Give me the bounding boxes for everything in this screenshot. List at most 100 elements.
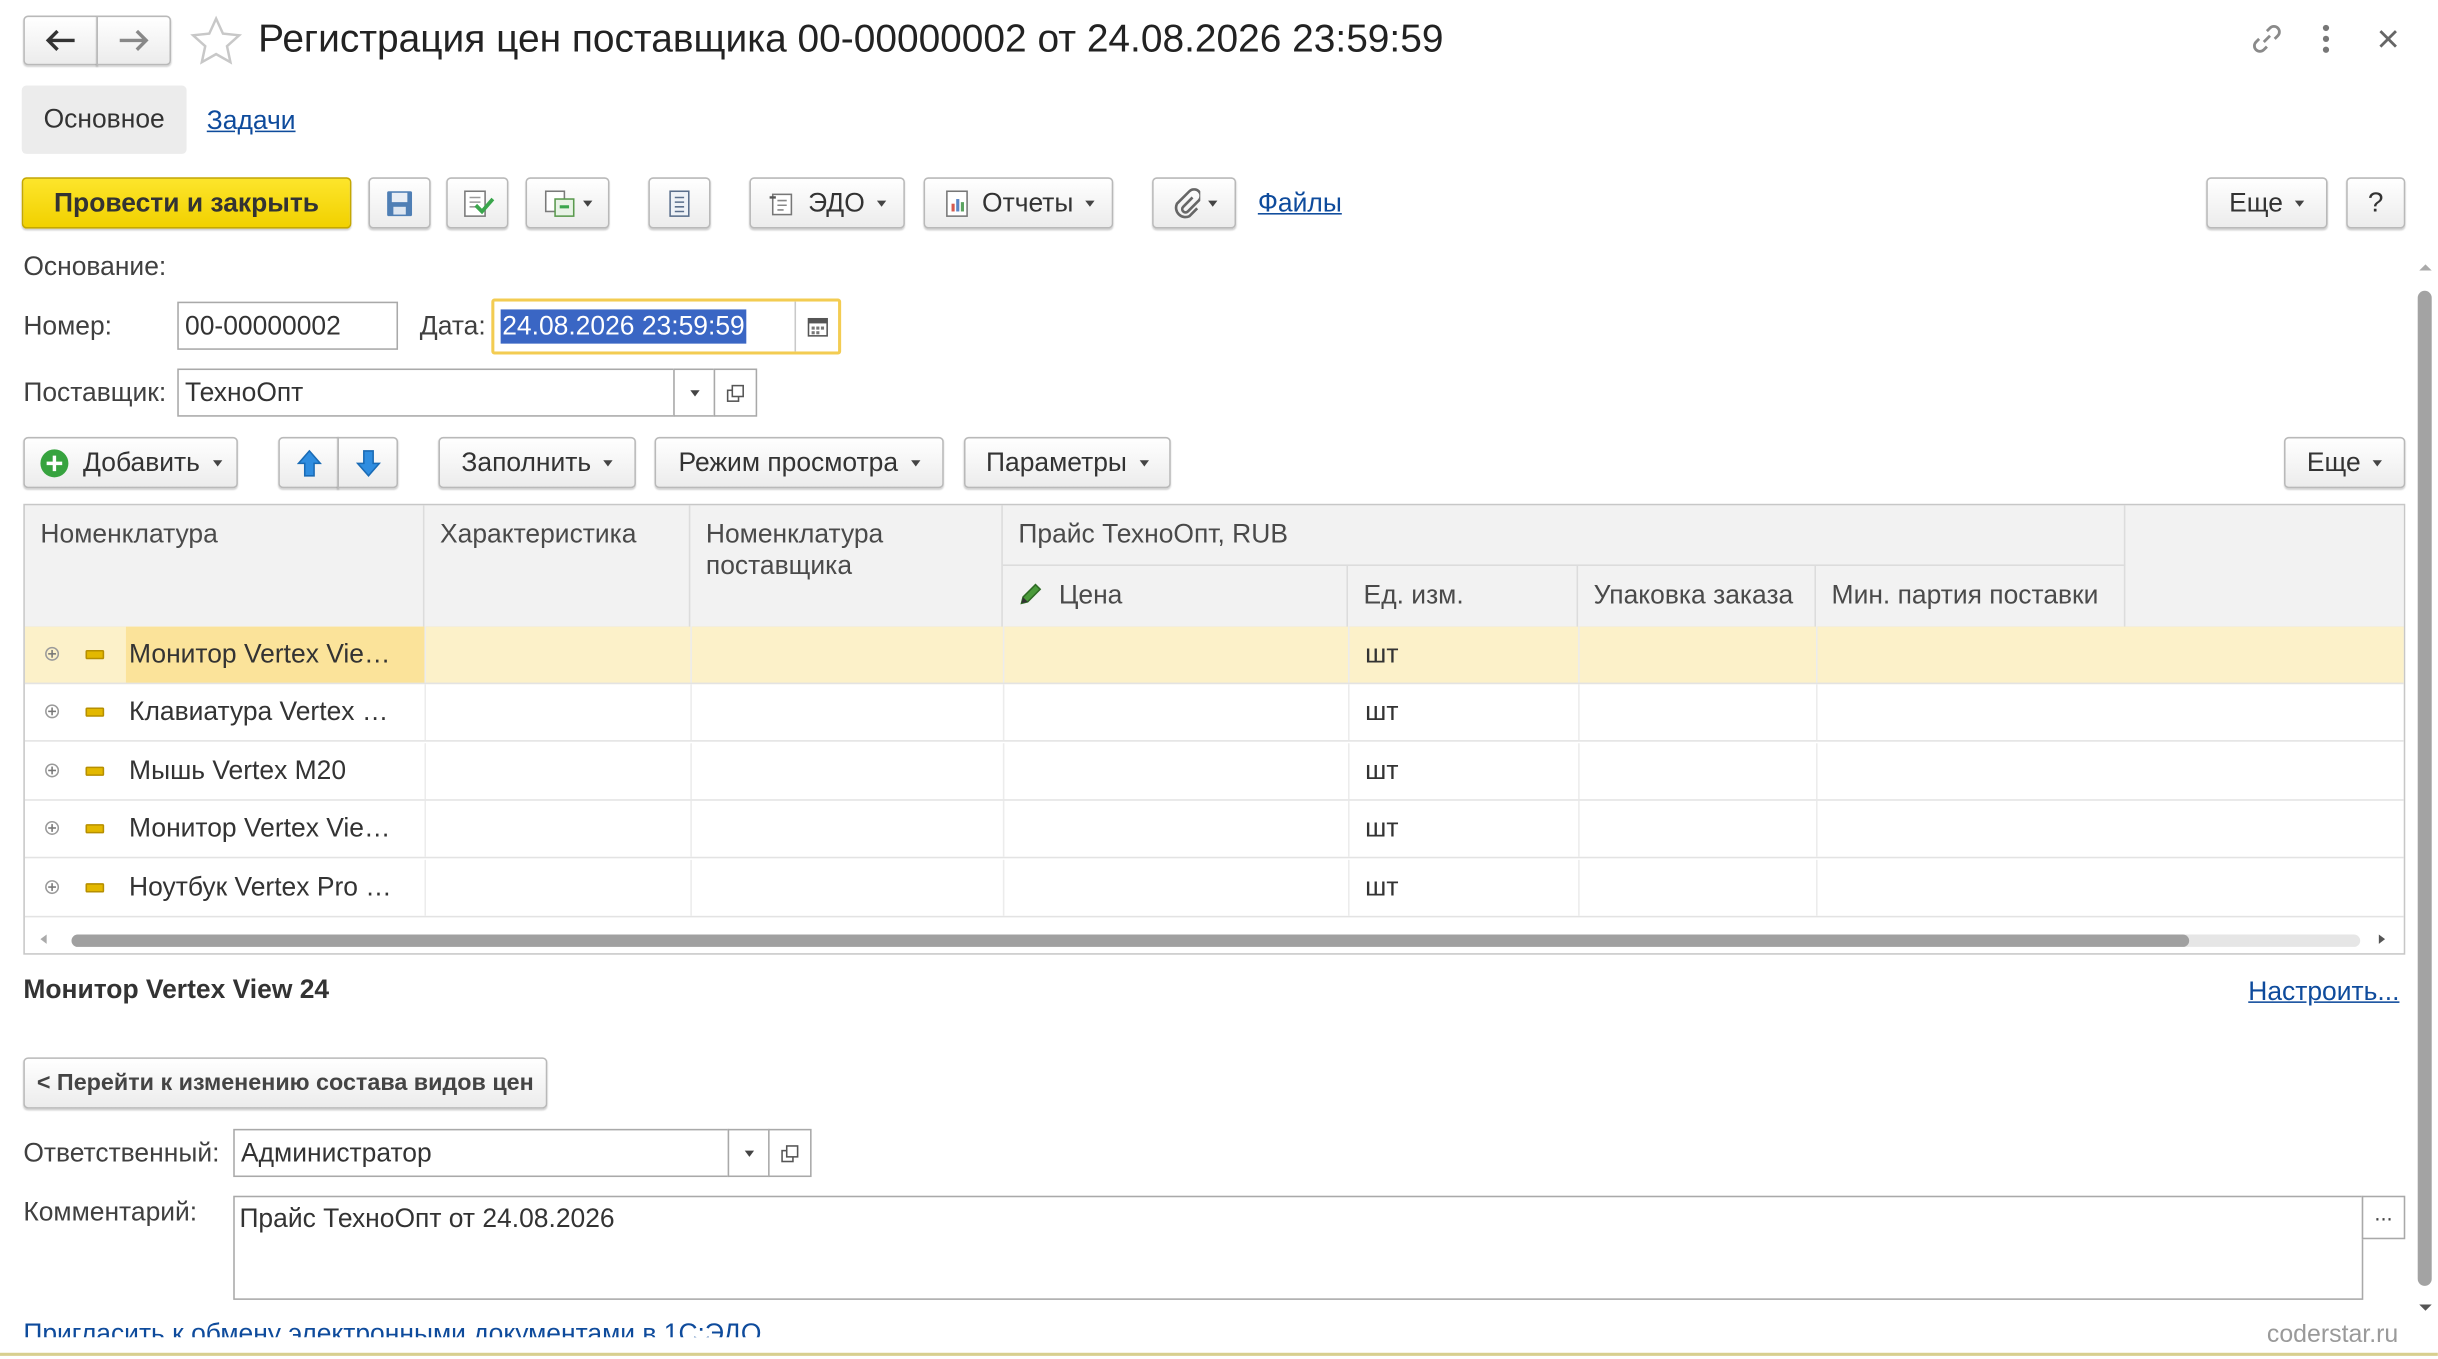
cell-supplier-nom[interactable] xyxy=(690,742,1003,799)
col-header-unit[interactable]: Ед. изм. xyxy=(1348,565,1579,627)
files-link[interactable]: Файлы xyxy=(1258,188,1342,219)
tab-main[interactable]: Основное xyxy=(21,85,187,154)
cell-min-batch[interactable] xyxy=(1816,859,2125,916)
cell-min-batch[interactable] xyxy=(1816,626,2125,683)
cell-characteristic[interactable] xyxy=(424,801,690,858)
vertical-scrollbar-thumb[interactable] xyxy=(2417,290,2432,1286)
cell-price[interactable] xyxy=(1002,626,1348,683)
parameters-button[interactable]: Параметры xyxy=(963,436,1171,489)
cell-nomenclature[interactable]: Монитор Vertex Vie… xyxy=(125,626,425,683)
help-button[interactable]: ? xyxy=(2346,177,2406,229)
table-row[interactable]: Ноутбук Vertex Pro … шт xyxy=(24,859,2404,917)
cell-supplier-nom[interactable] xyxy=(690,626,1003,683)
cell-supplier-nom[interactable] xyxy=(690,859,1003,916)
number-field[interactable]: 00-00000002 xyxy=(177,301,399,350)
view-mode-button[interactable]: Режим просмотра xyxy=(654,436,944,489)
cell-nomenclature[interactable]: Ноутбук Vertex Pro … xyxy=(126,859,425,915)
cell-order-pack[interactable] xyxy=(1578,626,1816,683)
goto-price-types-button[interactable]: < Перейти к изменению состава видов цен xyxy=(23,1057,548,1109)
expand-row-icon[interactable] xyxy=(45,646,60,661)
scroll-left-icon[interactable] xyxy=(40,934,47,944)
more-actions-button[interactable]: Еще xyxy=(2206,177,2328,229)
cell-supplier-nom[interactable] xyxy=(690,684,1003,741)
cell-characteristic[interactable] xyxy=(424,742,690,799)
cell-order-pack[interactable] xyxy=(1578,859,1816,916)
scroll-down-icon[interactable] xyxy=(2419,1304,2432,1311)
expand-row-icon[interactable] xyxy=(45,821,60,836)
cell-characteristic[interactable] xyxy=(424,626,690,683)
cell-price[interactable] xyxy=(1002,859,1348,916)
horizontal-scrollbar[interactable] xyxy=(25,927,2404,953)
comment-expand-button[interactable]: ... xyxy=(2361,1195,2406,1240)
col-header-nomenclature[interactable]: Номенклатура xyxy=(25,505,425,627)
cell-nomenclature[interactable]: Клавиатура Vertex … xyxy=(126,685,425,741)
move-up-button[interactable] xyxy=(278,436,339,489)
cell-min-batch[interactable] xyxy=(1816,684,2125,741)
supplier-dropdown-button[interactable] xyxy=(673,368,716,417)
col-header-characteristic[interactable]: Характеристика xyxy=(424,505,691,627)
table-row[interactable]: Монитор Vertex Vie… шт xyxy=(24,626,2404,685)
cell-nomenclature[interactable]: Монитор Vertex Vie… xyxy=(126,801,425,857)
cell-unit[interactable]: шт xyxy=(1348,626,1578,683)
fill-button[interactable]: Заполнить xyxy=(438,436,636,489)
cell-characteristic[interactable] xyxy=(424,859,690,916)
expand-row-icon[interactable] xyxy=(45,763,60,778)
cell-unit[interactable]: шт xyxy=(1348,801,1578,858)
vertical-scrollbar[interactable] xyxy=(2415,257,2437,1321)
invite-edo-link[interactable]: Пригласить к обмену электронными докумен… xyxy=(23,1319,831,1338)
move-down-button[interactable] xyxy=(337,436,399,489)
attachments-button[interactable] xyxy=(1152,177,1237,229)
post-button[interactable] xyxy=(446,177,509,229)
scroll-up-icon[interactable] xyxy=(2419,264,2432,271)
table-row[interactable]: Монитор Vertex Vie… шт xyxy=(24,801,2404,859)
supplier-field[interactable]: ТехноОпт xyxy=(177,368,675,417)
cell-price[interactable] xyxy=(1002,684,1348,741)
more-menu-icon[interactable] xyxy=(2314,22,2339,56)
add-row-button[interactable]: Добавить xyxy=(23,436,238,489)
cell-order-pack[interactable] xyxy=(1578,684,1816,741)
table-row[interactable]: Мышь Vertex M20 шт xyxy=(24,742,2404,801)
cell-order-pack[interactable] xyxy=(1578,801,1816,858)
close-icon[interactable] xyxy=(2374,25,2402,53)
configure-link[interactable]: Настроить... xyxy=(2248,976,2399,1007)
tab-tasks[interactable]: Задачи xyxy=(207,106,296,137)
cell-supplier-nom[interactable] xyxy=(690,801,1003,858)
cell-order-pack[interactable] xyxy=(1578,742,1816,799)
col-header-supplier-nomenclature[interactable]: Номенклатура поставщика xyxy=(690,505,1003,627)
reports-menu-button[interactable]: Отчеты xyxy=(923,177,1114,229)
date-field[interactable]: 24.08.2026 23:59:59 xyxy=(494,301,795,352)
responsible-dropdown-button[interactable] xyxy=(727,1128,770,1178)
cell-price[interactable] xyxy=(1002,801,1348,858)
cell-unit[interactable]: шт xyxy=(1348,859,1578,916)
expand-row-icon[interactable] xyxy=(45,879,60,894)
col-header-price[interactable]: Цена xyxy=(1003,565,1349,627)
responsible-open-button[interactable] xyxy=(768,1128,812,1178)
expand-row-icon[interactable] xyxy=(45,704,60,719)
structure-button[interactable] xyxy=(648,177,711,229)
calendar-button[interactable] xyxy=(794,301,839,352)
scrollbar-thumb[interactable] xyxy=(71,934,2190,947)
cell-unit[interactable]: шт xyxy=(1348,684,1578,741)
cell-min-batch[interactable] xyxy=(1816,801,2125,858)
cell-min-batch[interactable] xyxy=(1816,742,2125,799)
cell-characteristic[interactable] xyxy=(424,684,690,741)
supplier-open-button[interactable] xyxy=(713,368,758,417)
cell-nomenclature[interactable]: Мышь Vertex M20 xyxy=(126,743,425,799)
scroll-right-icon[interactable] xyxy=(2378,934,2386,944)
post-and-close-button[interactable]: Провести и закрыть xyxy=(21,177,352,229)
table-row[interactable]: Клавиатура Vertex … шт xyxy=(24,684,2404,743)
create-based-on-button[interactable] xyxy=(525,177,610,229)
forward-button[interactable] xyxy=(96,15,172,66)
table-more-button[interactable]: Еще xyxy=(2284,436,2406,489)
link-icon[interactable] xyxy=(2250,22,2284,56)
edo-menu-button[interactable]: ЭДО xyxy=(749,177,905,229)
save-button[interactable] xyxy=(368,177,431,229)
favorite-star-icon[interactable] xyxy=(190,15,243,66)
comment-textarea[interactable]: Прайс ТехноОпт от 24.08.2026 xyxy=(233,1195,2364,1300)
cell-unit[interactable]: шт xyxy=(1348,742,1578,799)
col-header-order-pack[interactable]: Упаковка заказа xyxy=(1578,565,1817,627)
back-button[interactable] xyxy=(23,15,98,66)
responsible-field[interactable]: Администратор xyxy=(233,1128,730,1178)
cell-price[interactable] xyxy=(1002,742,1348,799)
col-header-min-batch[interactable]: Мин. партия поставки xyxy=(1816,565,2126,627)
